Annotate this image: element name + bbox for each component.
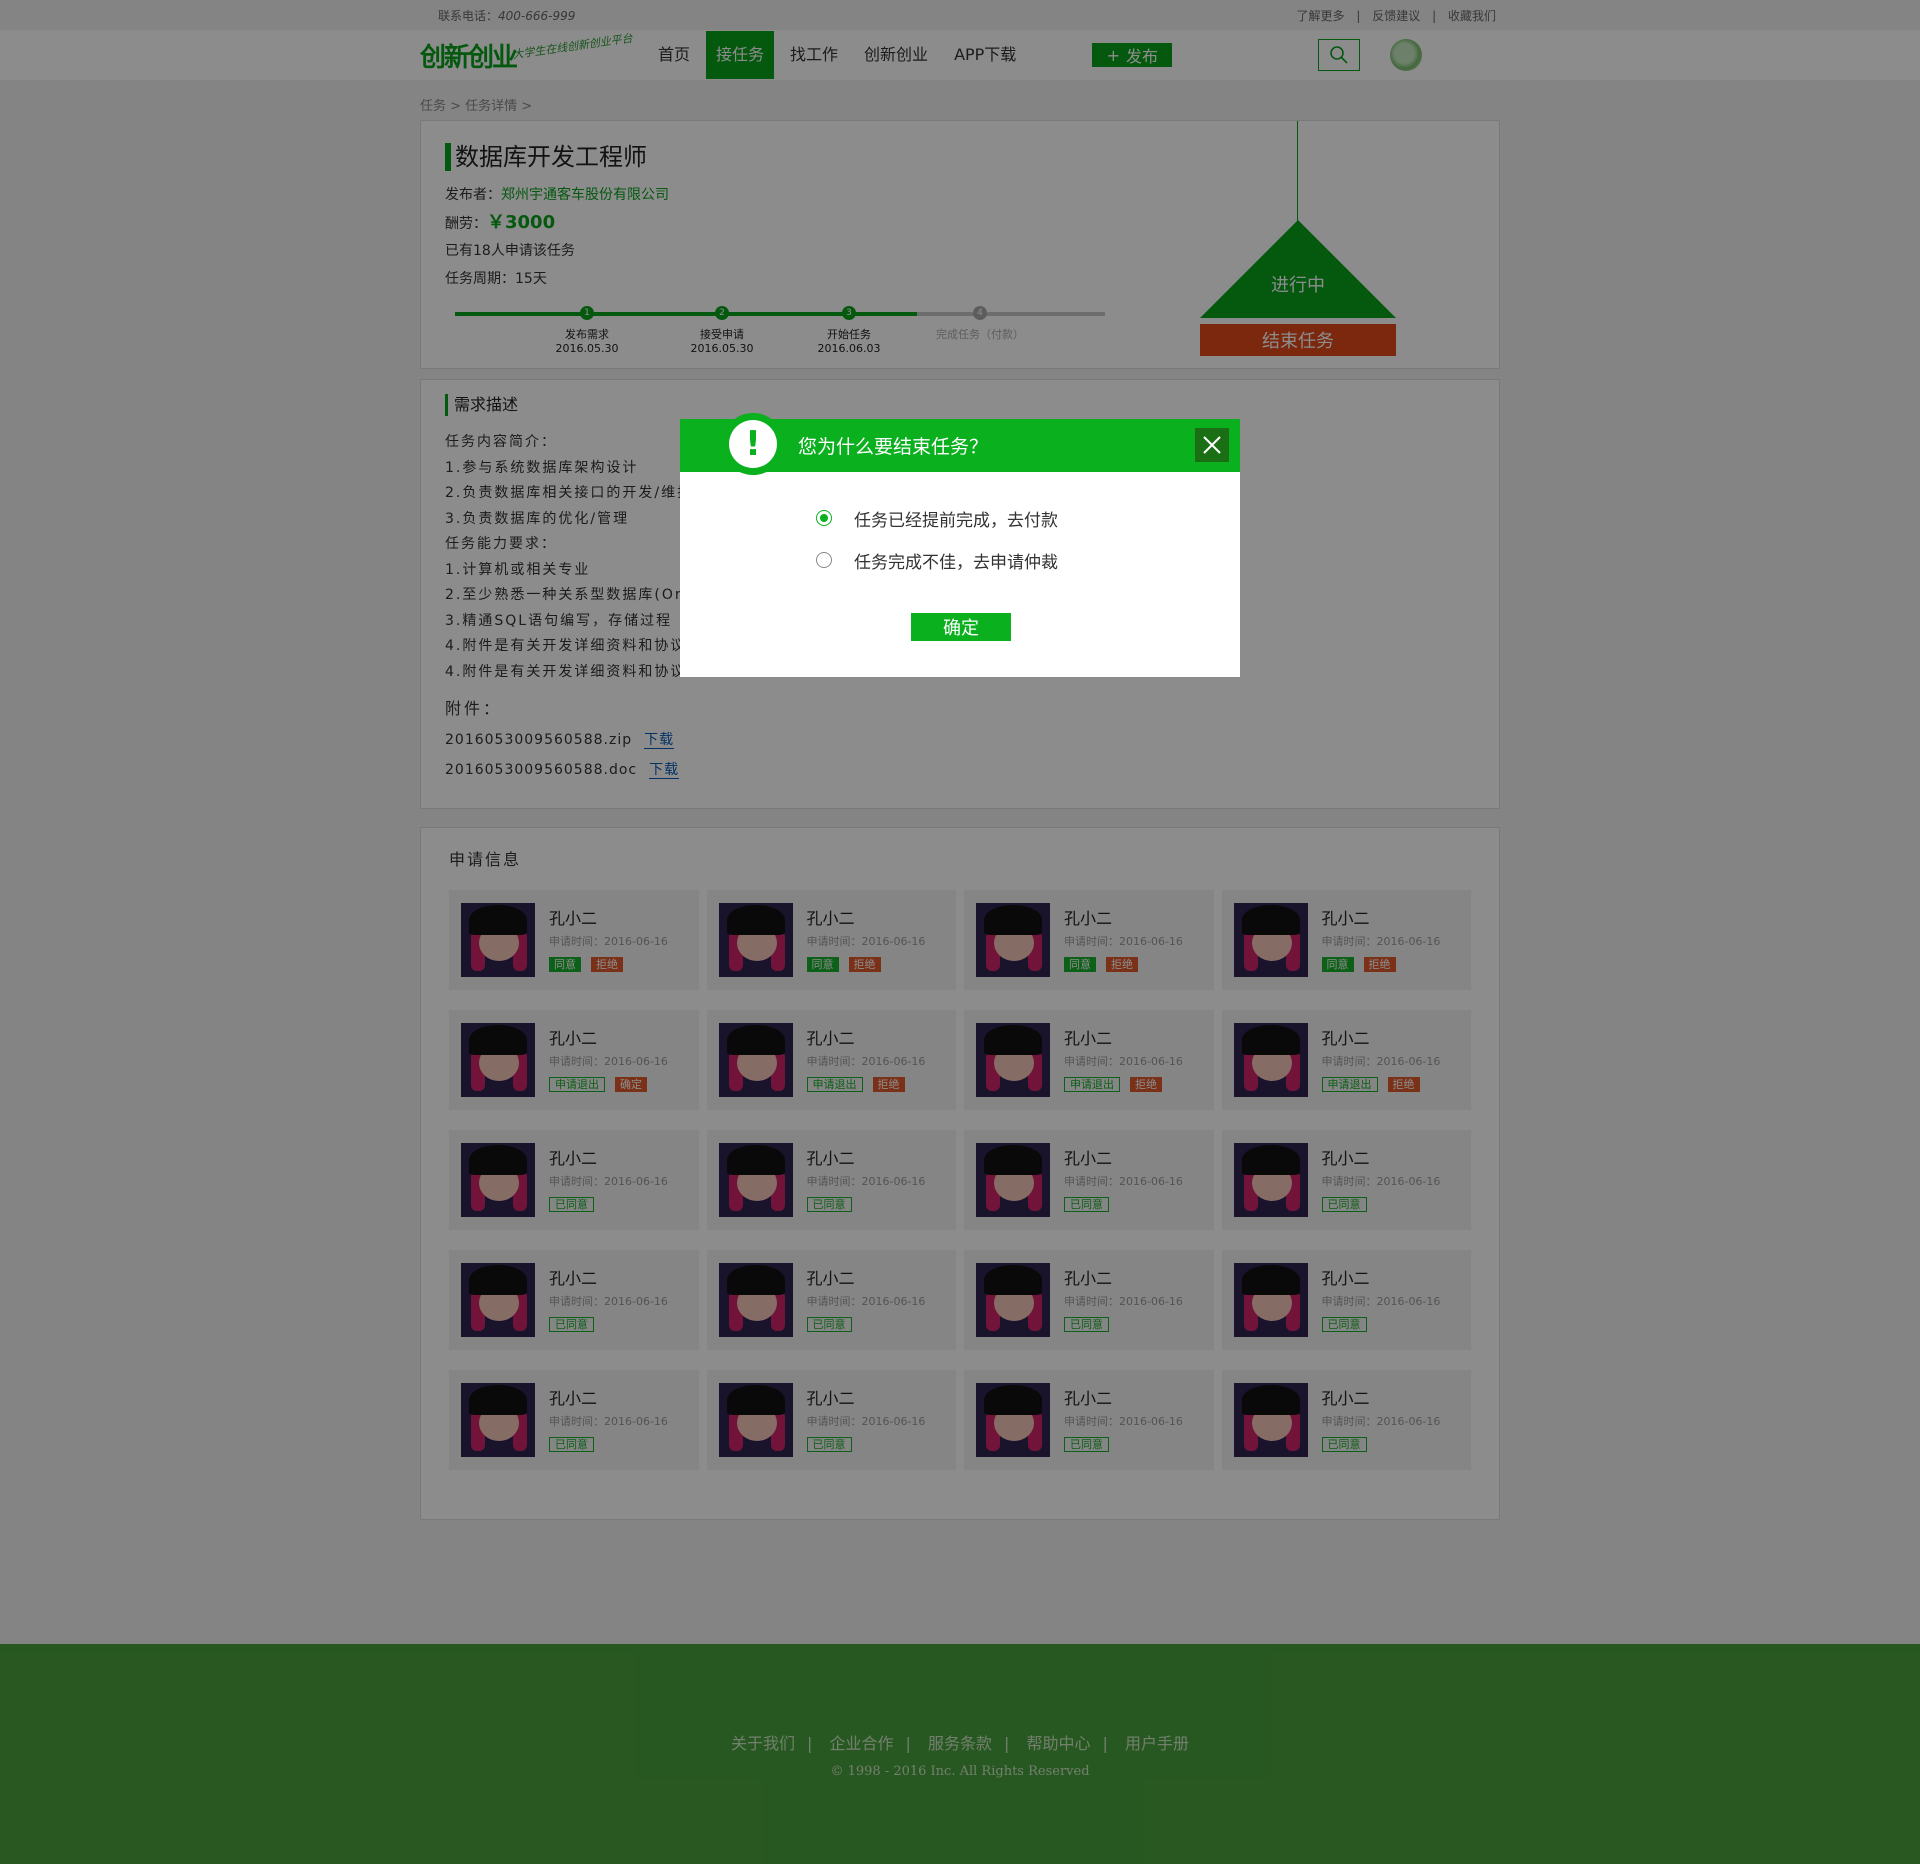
reason-option-paid[interactable]: 任务已经提前完成，去付款 [816, 506, 1240, 531]
radio-button[interactable] [816, 552, 832, 568]
modal-overlay[interactable] [0, 0, 1920, 1864]
dialog-body: 任务已经提前完成，去付款 任务完成不佳，去申请仲裁 [680, 472, 1240, 573]
option-label: 任务完成不佳，去申请仲裁 [854, 552, 1058, 573]
dialog-header: ! 您为什么要结束任务？ [680, 413, 1240, 475]
option-label: 任务已经提前完成，去付款 [854, 510, 1058, 531]
dialog-title: 您为什么要结束任务？ [798, 436, 989, 458]
end-task-dialog: ! 您为什么要结束任务？ 任务已经提前完成，去付款 任务完成不佳，去申请仲裁 确… [680, 413, 1240, 677]
exclamation-icon: ! [722, 413, 784, 475]
radio-button[interactable] [816, 510, 832, 526]
close-icon[interactable] [1195, 428, 1229, 462]
reason-option-arbitration[interactable]: 任务完成不佳，去申请仲裁 [816, 548, 1240, 573]
confirm-button[interactable]: 确定 [911, 613, 1011, 641]
